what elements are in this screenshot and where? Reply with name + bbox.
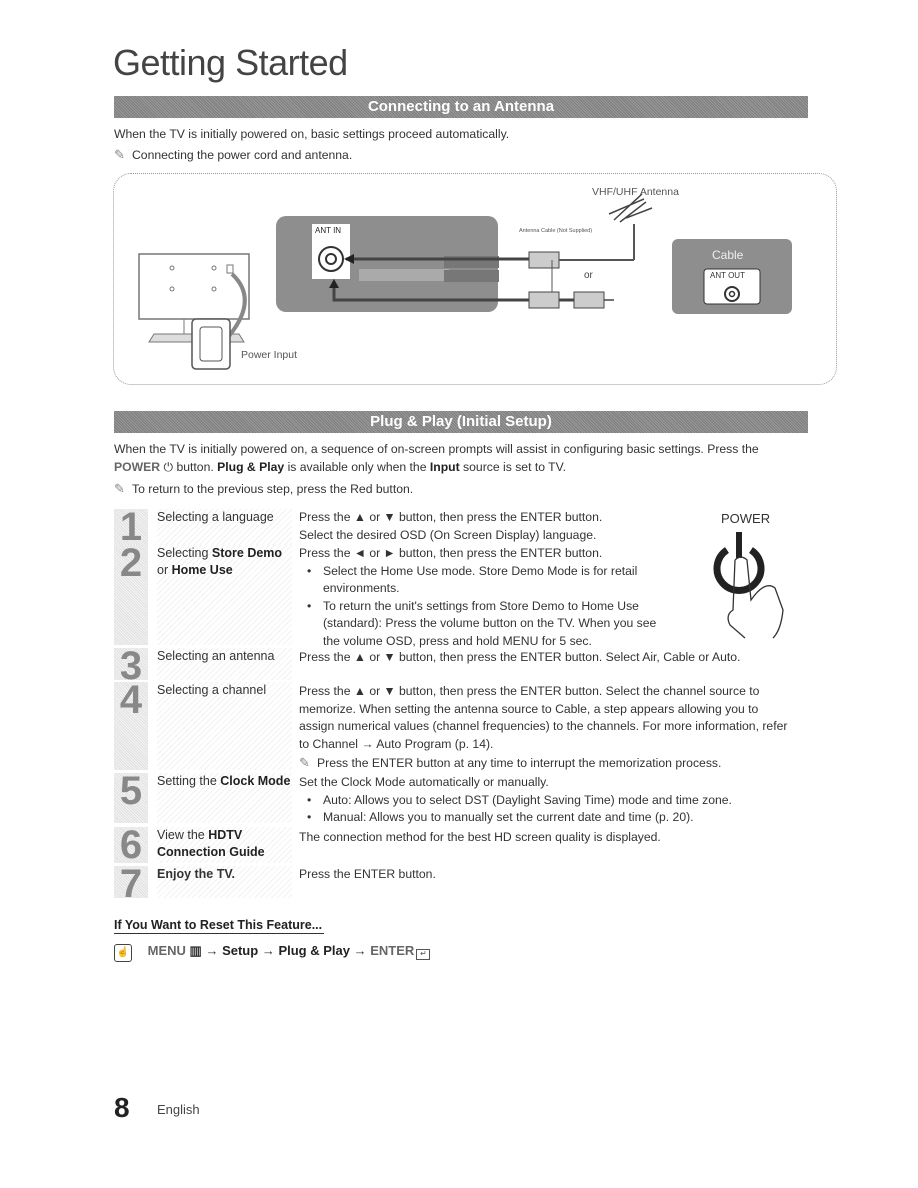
step-label-2: Selecting Store Demo or Home Use (157, 545, 292, 645)
step-5-bullet-1: Auto: Allows you to select DST (Daylight… (299, 792, 779, 810)
reset-title: If You Want to Reset This Feature... (114, 918, 324, 934)
arrow-1: → (205, 943, 219, 958)
step-number-1: 1 (114, 507, 148, 547)
arrow-3: → (353, 943, 367, 958)
antenna-label: VHF/UHF Antenna (592, 186, 679, 198)
note-pencil-icon: ✎ (114, 481, 125, 496)
ant-out-label: ANT OUT (710, 271, 745, 280)
section-heading-plug-play: Plug & Play (Initial Setup) (114, 411, 808, 433)
plug-play-note-text: To return to the previous step, press th… (132, 482, 414, 496)
antenna-intro: When the TV is initially powered on, bas… (114, 127, 510, 141)
enter-icon: ↵ (416, 949, 431, 960)
step-body-3: Press the ▲ or ▼ button, then press the … (299, 650, 741, 664)
step-body-2: Press the ◄ or ► button, then press the … (299, 545, 669, 650)
step-label-5: Setting the Clock Mode (157, 773, 292, 823)
power-symbol-icon: ⏻ (163, 460, 174, 474)
step-number-6: 6 (114, 825, 148, 865)
step-body-1: Press the ▲ or ▼ button, then press the … (299, 509, 719, 544)
step-label-3: Selecting an antenna (157, 648, 292, 680)
page-number: 8 (114, 1092, 130, 1123)
menu-grid-icon: ▥ (189, 943, 202, 958)
reset-menu-path: ☝ MENU ▥ → Setup → Plug & Play → ENTER ↵ (114, 943, 431, 962)
step-label-1: Selecting a language (157, 509, 292, 545)
reset-enter: ENTER (370, 943, 415, 958)
cable-box-label: Cable (712, 248, 744, 262)
step-body-7: Press the ENTER button. (299, 867, 436, 881)
step-number-7: 7 (114, 864, 148, 904)
step-2-bullet-1: Select the Home Use mode. Store Demo Mod… (299, 563, 669, 598)
plug-play-intro: When the TV is initially powered on, a s… (114, 440, 804, 476)
step-5-label-b: Clock Mode (220, 774, 291, 788)
antenna-note-text: Connecting the power cord and antenna. (132, 148, 353, 162)
step-number-2: 2 (114, 543, 148, 645)
step-2-label-d: Home Use (171, 563, 233, 577)
step-2-label-c: or (157, 563, 172, 577)
step-5-line: Set the Clock Mode automatically or manu… (299, 775, 549, 789)
page-title: Getting Started (113, 42, 348, 83)
intro-text-2: button. (176, 460, 214, 474)
step-label-7: Enjoy the TV. (157, 866, 292, 898)
step-2-line: Press the ◄ or ► button, then press the … (299, 546, 603, 560)
step-2-bullet-2: To return the unit's settings from Store… (299, 598, 669, 651)
power-word: POWER (114, 460, 161, 474)
intro-text-3: is available only when the (287, 460, 427, 474)
tv-back-icon (138, 253, 250, 320)
arrow-2: → (261, 943, 275, 958)
reset-menu-word: MENU (147, 943, 186, 958)
power-illustration-label: POWER (721, 511, 771, 526)
cable-label: Antenna Cable (Not Supplied) (519, 228, 593, 234)
reset-plug-play: Plug & Play (278, 943, 350, 958)
power-button-hand-icon (713, 532, 784, 639)
step-label-4: Selecting a channel (157, 682, 292, 770)
step-body-4: Press the ▲ or ▼ button, then press the … (299, 683, 789, 773)
section-heading-antenna: Connecting to an Antenna (114, 96, 808, 118)
step-1-line-1: Press the ▲ or ▼ button, then press the … (299, 510, 603, 524)
step-body-5: Set the Clock Mode automatically or manu… (299, 774, 779, 827)
page-language: English (157, 1102, 200, 1117)
step-number-4: 4 (114, 680, 148, 770)
antenna-icon (608, 193, 653, 223)
step-2-label-a: Selecting (157, 546, 212, 560)
step-5-label-a: Setting the (157, 774, 221, 788)
plug-play-note: ✎ To return to the previous step, press t… (114, 480, 413, 498)
antenna-note: ✎ Connecting the power cord and antenna. (114, 146, 352, 164)
step-1-line-2: Select the desired OSD (On Screen Displa… (299, 527, 597, 542)
reset-setup: Setup (222, 943, 259, 958)
step-5-bullet-2: Manual: Allows you to manually set the c… (299, 809, 779, 827)
input-word: Input (429, 460, 460, 474)
intro-text-4: source is set to TV. (463, 460, 567, 474)
step-body-6: The connection method for the best HD sc… (299, 830, 661, 844)
or-label: or (584, 270, 593, 281)
plug-play-word: Plug & Play (217, 460, 285, 474)
step-6-label-a: View the (157, 828, 209, 842)
note-pencil-icon: ✎ (114, 147, 125, 162)
ant-in-label: ANT IN (315, 226, 342, 235)
step-number-5: 5 (114, 771, 148, 823)
note-pencil-icon: ✎ (299, 755, 310, 770)
antenna-connection-diagram: VHF/UHF Antenna Antenna Cable (Not Suppl… (113, 173, 837, 385)
step-2-label-b: Store Demo (211, 546, 283, 560)
step-label-6: View the HDTV Connection Guide (157, 827, 292, 863)
intro-text-1: When the TV is initially powered on, a s… (114, 442, 759, 456)
step-number-3: 3 (114, 646, 148, 686)
remote-hand-icon: ☝ (114, 944, 132, 962)
step-4-line: Press the ▲ or ▼ button, then press the … (299, 684, 788, 751)
step-4-note: Press the ENTER button at any time to in… (317, 756, 722, 770)
power-input-label: Power Input (241, 349, 298, 361)
